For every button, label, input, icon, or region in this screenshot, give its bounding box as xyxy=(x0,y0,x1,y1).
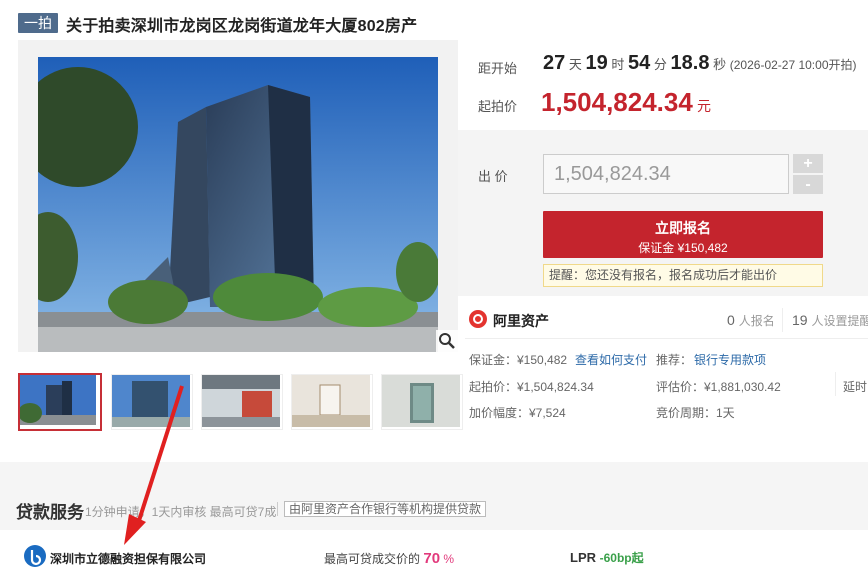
signup-count: 0 人报名 xyxy=(727,312,775,329)
bid-increase-button[interactable]: + xyxy=(793,154,823,173)
loan-section-title: 贷款服务 xyxy=(16,503,84,522)
divider xyxy=(782,308,783,332)
signup-count-value: 0 xyxy=(727,312,735,328)
recommend-label: 推荐： xyxy=(656,353,693,367)
countdown-minutes: 54 xyxy=(628,52,651,74)
days-unit: 天 xyxy=(568,57,582,72)
deposit-info: 保证金：¥150,482 xyxy=(469,353,568,367)
reminder-count-label: 人设置提醒 xyxy=(811,314,868,328)
minutes-unit: 分 xyxy=(653,57,667,72)
hours-unit: 时 xyxy=(611,57,625,72)
how-to-pay-link[interactable]: 查看如何支付 xyxy=(575,351,647,368)
lpr-value: -60bp起 xyxy=(599,551,644,565)
start-time-note: (2026-02-27 10:00开拍) xyxy=(729,58,857,72)
signup-notice: 提醒：您还没有报名，报名成功后才能出价 xyxy=(543,264,823,287)
countdown-label: 距开始 xyxy=(478,61,518,76)
recommend-link[interactable]: 银行专用款项 xyxy=(694,351,766,368)
loan-company-name[interactable]: 深圳市立德融资担保有限公司 xyxy=(50,550,206,567)
thumbnail-5[interactable] xyxy=(381,374,463,430)
countdown: 27 天 19 时 54 分 18.8 秒 (2026-02-27 10:00开… xyxy=(543,52,857,75)
bid-cycle-info: 竞价周期：1天 xyxy=(656,406,735,420)
building-photo xyxy=(38,57,438,352)
reminder-count: 19 人设置提醒 xyxy=(792,312,868,329)
divider xyxy=(835,372,836,396)
countdown-hours: 19 xyxy=(585,52,608,74)
increment-info: 加价幅度：¥7,524 xyxy=(469,406,566,420)
countdown-seconds: 18.8 xyxy=(670,52,710,74)
annotation-arrow-icon xyxy=(124,385,184,545)
main-photo[interactable] xyxy=(18,40,458,352)
bid-input[interactable]: 1,504,824.34 xyxy=(543,154,789,194)
signup-button-label: 立即报名 xyxy=(655,220,711,236)
start-price-detail: 起拍价：¥1,504,824.34 xyxy=(469,380,594,394)
bid-label: 出 价 xyxy=(478,169,508,184)
start-price-label: 起拍价 xyxy=(478,99,518,114)
divider xyxy=(465,338,868,339)
lpr-info: LPR -60bp起 xyxy=(570,549,644,566)
divider xyxy=(277,502,278,516)
signup-button[interactable]: 立即报名 保证金 ¥150,482 xyxy=(543,211,823,258)
alibaba-asset-logo-icon xyxy=(469,310,487,328)
page-title: 关于拍卖深圳市龙岗区龙岗街道龙年大厦802房产 xyxy=(66,18,418,35)
signup-deposit-line: 保证金 ¥150,482 xyxy=(638,241,728,255)
thumbnail-4[interactable] xyxy=(291,374,373,430)
loan-max-label: 最高可贷成交价的 xyxy=(324,552,421,566)
loan-max-unit: % xyxy=(443,552,455,566)
delay-info: 延时 xyxy=(843,380,868,394)
signup-count-label: 人报名 xyxy=(738,314,775,328)
thumbnail-3[interactable] xyxy=(201,374,283,430)
zoom-icon[interactable] xyxy=(436,330,458,352)
loan-max-ratio: 最高可贷成交价的 70 % xyxy=(324,550,454,567)
thumbnail-1[interactable] xyxy=(18,373,102,431)
bid-decrease-button[interactable]: - xyxy=(793,175,823,194)
countdown-days: 27 xyxy=(543,52,566,74)
auction-round-tag: 一拍 xyxy=(18,13,58,33)
appraisal-price: 评估价：¥1,881,030.42 xyxy=(656,380,781,394)
lpr-label: LPR xyxy=(570,550,596,565)
start-price-unit: 元 xyxy=(697,98,711,114)
start-price-value: 1,504,824.34 xyxy=(541,87,693,117)
company-logo-icon xyxy=(24,545,46,567)
loan-max-value: 70 xyxy=(423,550,441,567)
loan-provider-badge: 由阿里资产合作银行等机构提供贷款 xyxy=(284,501,487,517)
platform-name: 阿里资产 xyxy=(493,313,549,329)
seconds-unit: 秒 xyxy=(713,57,727,72)
reminder-count-value: 19 xyxy=(792,312,808,328)
